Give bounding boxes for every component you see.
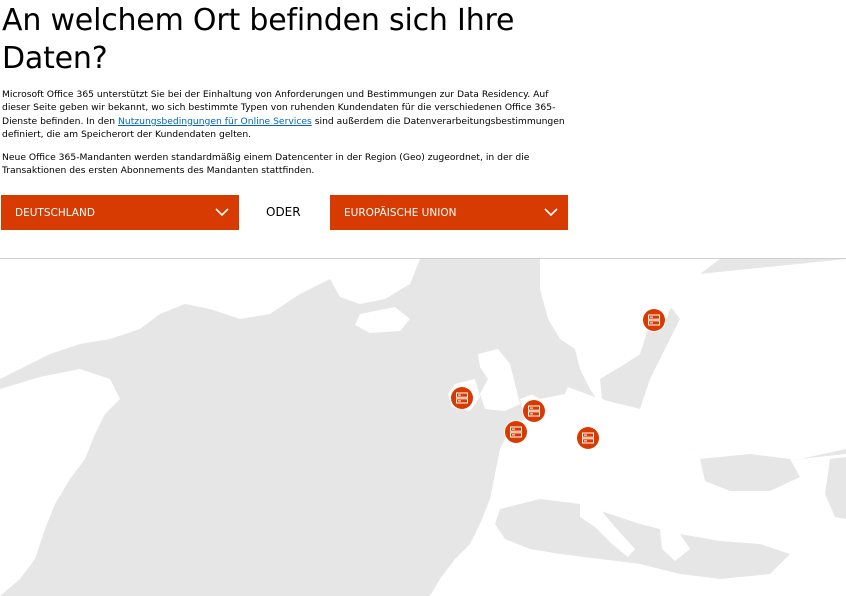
terms-link[interactable]: Nutzungsbedingungen für Online Services bbox=[118, 116, 312, 127]
land-north-america bbox=[0, 369, 120, 596]
country-select-value: DEUTSCHLAND bbox=[15, 206, 95, 219]
or-label: ODER bbox=[266, 205, 301, 219]
region-select[interactable]: EUROPÄISCHE UNION bbox=[330, 195, 568, 230]
datacenter-pin-ireland[interactable] bbox=[451, 387, 473, 409]
country-select[interactable]: DEUTSCHLAND bbox=[1, 195, 239, 230]
chevron-down-icon bbox=[544, 208, 558, 217]
intro-paragraph-2: Neue Office 365-Mandanten werden standar… bbox=[2, 152, 530, 177]
server-icon bbox=[648, 314, 660, 326]
intro-paragraph: Microsoft Office 365 unterstützt Sie bei… bbox=[2, 88, 567, 142]
server-icon bbox=[582, 432, 594, 444]
datacenter-pin-austria[interactable] bbox=[577, 427, 599, 449]
server-icon bbox=[528, 405, 540, 417]
datacenter-pin-finland[interactable] bbox=[643, 309, 665, 331]
land-greenland bbox=[0, 259, 340, 379]
land-russia bbox=[640, 259, 846, 464]
chevron-down-icon bbox=[215, 208, 229, 217]
region-select-value: EUROPÄISCHE UNION bbox=[344, 206, 457, 219]
server-icon bbox=[510, 426, 522, 438]
land-iceland bbox=[355, 307, 410, 333]
datacenter-pin-netherlands[interactable] bbox=[523, 400, 545, 422]
server-icon bbox=[456, 392, 468, 404]
datacenter-pin-france[interactable] bbox=[505, 421, 527, 443]
land-britain bbox=[478, 349, 520, 411]
datacenter-map[interactable] bbox=[0, 258, 846, 596]
world-map-land bbox=[0, 259, 846, 596]
page-title: An welchem Ort befinden sich Ihre Daten? bbox=[2, 3, 515, 76]
